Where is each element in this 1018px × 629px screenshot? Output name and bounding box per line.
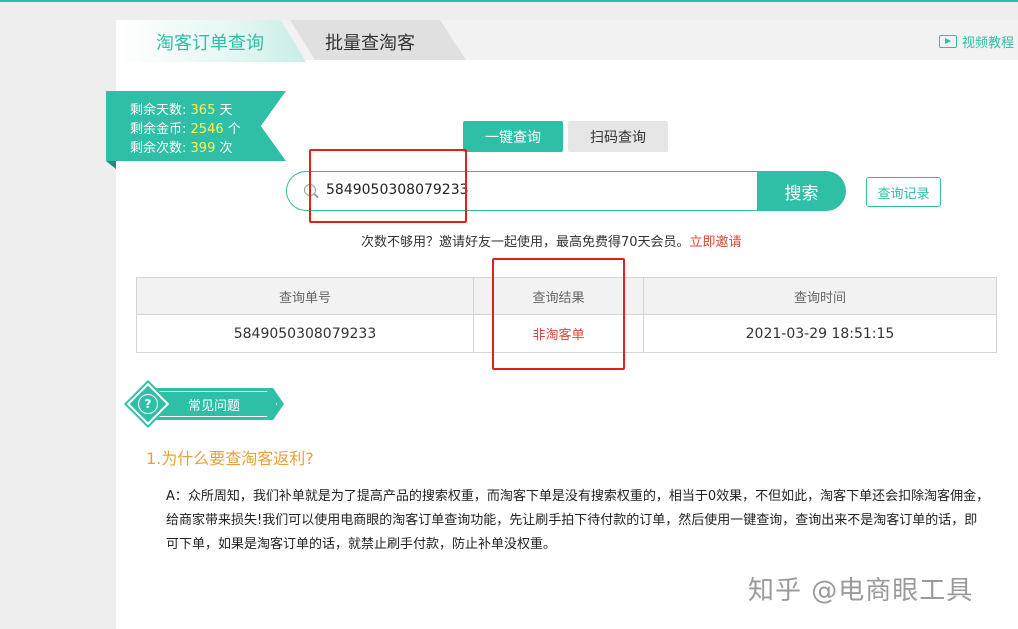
coins-label: 剩余金币: — [130, 122, 187, 137]
cell-time: 2021-03-29 18:51:15 — [643, 314, 997, 353]
times-label: 剩余次数: — [130, 141, 187, 156]
faq-question: 1.为什么要查淘客返利? — [146, 449, 314, 468]
ribbon-fold — [106, 161, 116, 169]
days-label: 剩余天数: — [130, 103, 187, 118]
scan-query-button[interactable]: 扫码查询 — [568, 121, 668, 152]
days-unit: 天 — [219, 103, 233, 118]
video-tutorial-link[interactable]: 视频教程 — [938, 32, 1014, 51]
video-icon — [938, 35, 957, 48]
watermark: 知乎 @电商眼工具 — [748, 576, 974, 606]
faq-answer: A：众所周知，我们补单就是为了提高产品的搜索权重，而淘客下单是没有搜索权重的，相… — [166, 489, 990, 552]
cell-order-no: 5849050308079233 — [136, 314, 474, 353]
invite-notice: 次数不够用？邀请好友一起使用，最高免费得70天会员。立即邀请 — [361, 231, 742, 250]
one-click-query-button[interactable]: 一键查询 — [463, 121, 563, 152]
column-header-order-no: 查询单号 — [136, 277, 474, 315]
search-button[interactable]: 搜索 — [757, 171, 846, 211]
annotation-box-search — [309, 149, 467, 223]
coins-unit: 个 — [227, 122, 241, 137]
tab-label: 淘客订单查询 — [156, 33, 264, 54]
remaining-days: 剩余天数: 365 天 — [130, 99, 233, 118]
invite-link[interactable]: 立即邀请 — [690, 235, 742, 250]
remaining-times: 剩余次数: 399 次 — [130, 137, 233, 156]
times-unit: 次 — [219, 141, 233, 156]
coins-value: 2546 — [190, 122, 224, 137]
days-value: 365 — [190, 103, 216, 118]
times-value: 399 — [190, 141, 216, 156]
top-accent-line — [0, 0, 1018, 2]
account-stats-ribbon: 剩余天数: 365 天 剩余金币: 2546 个 剩余次数: 399 次 — [106, 91, 286, 161]
invite-text: 次数不够用？邀请好友一起使用，最高免费得70天会员。 — [361, 235, 690, 250]
query-history-button[interactable]: 查询记录 — [866, 177, 941, 207]
tab-label: 批量查淘客 — [325, 33, 415, 54]
remaining-coins: 剩余金币: 2546 个 — [130, 118, 241, 137]
faq-title: 常见问题 — [188, 399, 241, 414]
annotation-box-result — [492, 258, 625, 370]
column-header-time: 查询时间 — [643, 277, 997, 315]
question-icon: ? — [138, 394, 158, 414]
video-tutorial-label: 视频教程 — [961, 36, 1014, 51]
tab-taoke-order-query[interactable]: 淘客订单查询 — [116, 20, 306, 62]
tab-batch-query[interactable]: 批量查淘客 — [290, 20, 466, 60]
faq-badge: ? 常见问题 — [126, 382, 284, 426]
